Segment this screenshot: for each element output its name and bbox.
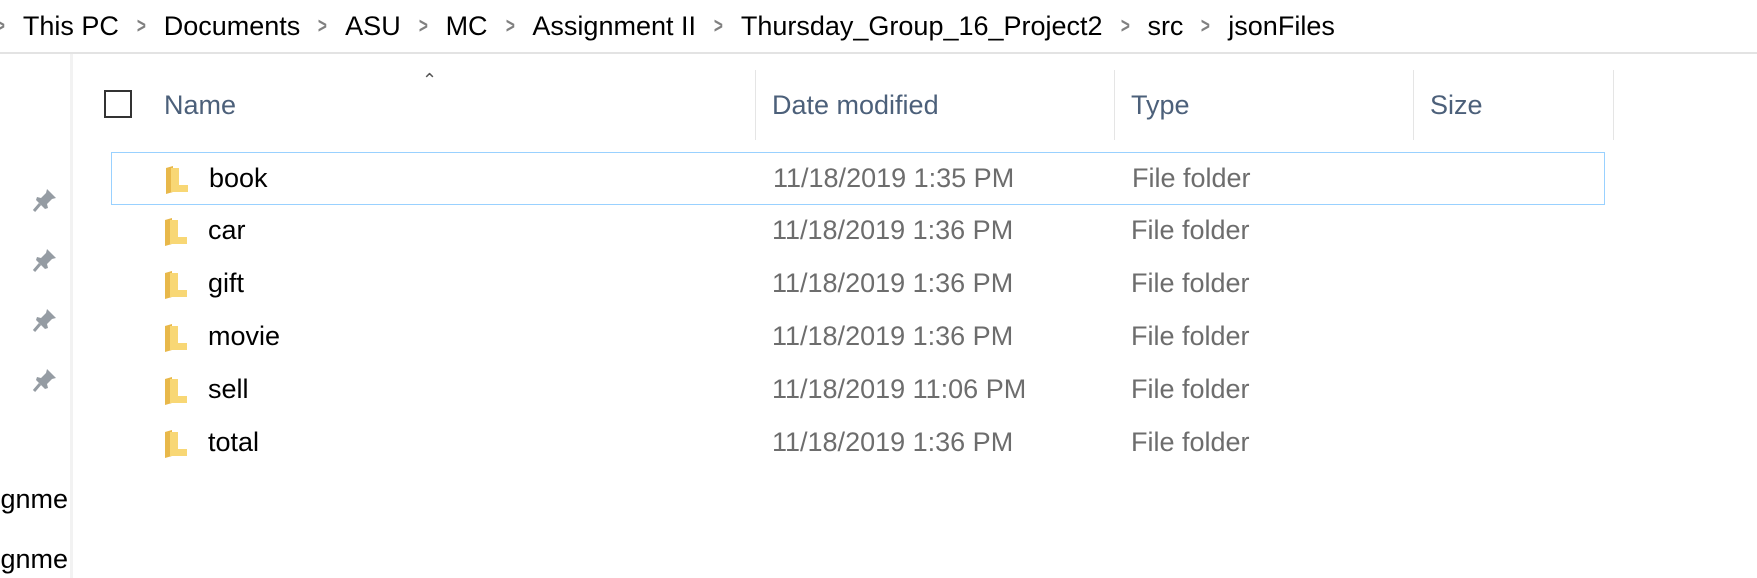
- breadcrumb-mc[interactable]: MC: [446, 11, 488, 42]
- chevron-right-icon[interactable]: >: [1121, 13, 1130, 39]
- address-bar[interactable]: > This PC > Documents > ASU > MC > Assig…: [0, 0, 1757, 54]
- pin-icon[interactable]: [32, 367, 58, 393]
- pin-icon[interactable]: [32, 247, 58, 273]
- column-type-label: Type: [1131, 89, 1190, 120]
- file-row[interactable]: movie 11/18/2019 1:36 PM File folder: [111, 311, 1605, 364]
- breadcrumb: > This PC > Documents > ASU > MC > Assig…: [0, 6, 1335, 46]
- file-name[interactable]: movie: [208, 311, 280, 362]
- file-row[interactable]: car 11/18/2019 1:36 PM File folder: [111, 205, 1605, 258]
- file-type: File folder: [1131, 374, 1250, 404]
- file-name[interactable]: total: [208, 417, 259, 468]
- chevron-right-icon[interactable]: >: [419, 13, 428, 39]
- breadcrumb-assignment-ii[interactable]: Assignment II: [532, 11, 696, 42]
- breadcrumb-this-pc[interactable]: This PC: [23, 11, 119, 42]
- column-header-type[interactable]: Type: [1115, 70, 1414, 140]
- breadcrumb-project[interactable]: Thursday_Group_16_Project2: [741, 11, 1103, 42]
- folder-icon: [166, 166, 188, 194]
- date-modified: 11/18/2019 11:06 PM: [772, 374, 1027, 404]
- chevron-right-icon[interactable]: >: [318, 13, 327, 39]
- chevron-right-icon[interactable]: >: [505, 13, 514, 39]
- date-modified: 11/18/2019 1:35 PM: [773, 163, 1015, 193]
- column-header-row: ⌃ Name Date modified Type Size: [74, 70, 1614, 140]
- folder-icon: [165, 271, 187, 299]
- nav-item[interactable]: Assignme: [0, 484, 68, 515]
- file-name[interactable]: book: [209, 153, 268, 204]
- breadcrumb-jsonfiles[interactable]: jsonFiles: [1228, 11, 1335, 42]
- file-type: File folder: [1131, 268, 1250, 298]
- file-row[interactable]: gift 11/18/2019 1:36 PM File folder: [111, 258, 1605, 311]
- select-all-checkbox[interactable]: [104, 90, 132, 118]
- file-name[interactable]: car: [208, 205, 246, 256]
- file-name[interactable]: gift: [208, 258, 244, 309]
- date-modified: 11/18/2019 1:36 PM: [772, 427, 1014, 457]
- breadcrumb-src[interactable]: src: [1147, 11, 1183, 42]
- chevron-right-icon[interactable]: >: [1201, 13, 1210, 39]
- pin-icon[interactable]: [32, 187, 58, 213]
- column-date-label: Date modified: [772, 89, 939, 120]
- folder-icon: [165, 430, 187, 458]
- file-type: File folder: [1131, 321, 1250, 351]
- file-type: File folder: [1131, 427, 1250, 457]
- column-header-date[interactable]: Date modified: [756, 70, 1115, 140]
- file-row[interactable]: book 11/18/2019 1:35 PM File folder: [111, 152, 1605, 205]
- file-row[interactable]: total 11/18/2019 1:36 PM File folder: [111, 417, 1605, 470]
- file-type: File folder: [1132, 163, 1251, 193]
- column-header-name[interactable]: Name: [148, 70, 756, 140]
- nav-item[interactable]: Assignme: [0, 544, 68, 575]
- chevron-right-icon[interactable]: >: [0, 13, 5, 39]
- date-modified: 11/18/2019 1:36 PM: [772, 321, 1014, 351]
- chevron-right-icon[interactable]: >: [714, 13, 723, 39]
- folder-icon: [165, 218, 187, 246]
- breadcrumb-documents[interactable]: Documents: [164, 11, 301, 42]
- folder-icon: [165, 324, 187, 352]
- folder-icon: [165, 377, 187, 405]
- column-header-size[interactable]: Size: [1414, 70, 1614, 140]
- column-size-label: Size: [1430, 89, 1483, 120]
- file-name[interactable]: sell: [208, 364, 249, 415]
- date-modified: 11/18/2019 1:36 PM: [772, 268, 1014, 298]
- pin-icon[interactable]: [32, 307, 58, 333]
- file-row[interactable]: sell 11/18/2019 11:06 PM File folder: [111, 364, 1605, 417]
- column-name-label: Name: [164, 89, 237, 120]
- date-modified: 11/18/2019 1:36 PM: [772, 215, 1014, 245]
- file-type: File folder: [1131, 215, 1250, 245]
- chevron-right-icon[interactable]: >: [137, 13, 146, 39]
- breadcrumb-asu[interactable]: ASU: [345, 11, 401, 42]
- navigation-pane: Assignme Assignme: [0, 54, 73, 578]
